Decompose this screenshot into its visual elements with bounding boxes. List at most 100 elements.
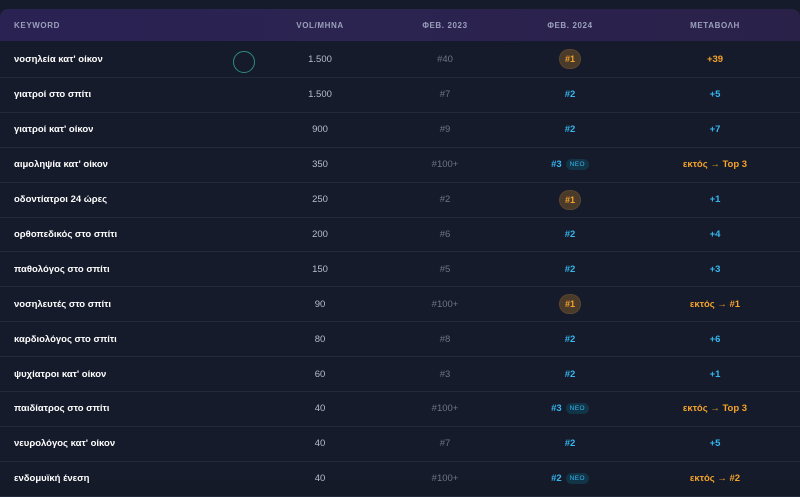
rank-2024: #1 [559, 190, 580, 209]
header-feb-2024[interactable]: ΦΕΒ. 2024 [510, 9, 630, 41]
volume-value: 250 [312, 194, 328, 206]
keyword-text: παθολόγος στο σπίτι [14, 263, 110, 275]
table-row[interactable]: γιατροί κατ' οίκον 900 #9 #2 +7 [0, 113, 800, 148]
change-value: +6 [709, 333, 721, 345]
keyword-cell: γιατροί κατ' οίκον [0, 113, 260, 147]
table-row[interactable]: παθολόγος στο σπίτι 150 #5 #2 +3 [0, 252, 800, 288]
volume-value: 80 [314, 333, 326, 345]
change-cell: +1 [630, 357, 800, 391]
change-cell: +3 [630, 252, 800, 286]
keyword-text: γιατροί στο σπίτι [14, 89, 92, 101]
table-row[interactable]: νοσηλευτές στο σπίτι 90 #100+ #1 εκτός → #1 [0, 287, 800, 323]
rank-2024: #2 [564, 124, 576, 136]
table-row[interactable]: καρδιολόγος στο σπίτι 80 #8 #2 +6 [0, 322, 800, 358]
rank-2024: #3 [551, 159, 562, 171]
change-cell: +6 [630, 322, 800, 356]
keyword-cell: παθολόγος στο σπίτι [0, 252, 260, 286]
rank-2023: #8 [439, 333, 451, 345]
keyword-cell: οδοντίατροι 24 ώρες [0, 183, 260, 217]
keyword-text: γιατροί κατ' οίκον [14, 124, 94, 136]
keyword-text: ορθοπεδικός στο σπίτι [14, 229, 118, 240]
rank-2023: #9 [439, 124, 451, 136]
keyword-text: ψυχίατροι κατ' οίκον [14, 368, 107, 380]
keyword-cell: ενδομυϊκή ένεση [0, 462, 260, 496]
volume-value: 60 [314, 368, 326, 380]
header-keyword[interactable]: KEYWORD [0, 9, 260, 41]
rank-2024: #2 [551, 473, 562, 485]
feb-2023-cell: #9 [380, 113, 510, 147]
feb-2023-cell: #100+ [380, 148, 510, 182]
feb-2023-cell: #3 [380, 357, 510, 391]
rank-2024: #2 [564, 229, 576, 240]
keyword-text: αιμοληψία κατ' οίκον [14, 159, 108, 171]
rank-2023: #100+ [431, 298, 459, 310]
feb-2024-cell: #2 [510, 78, 630, 112]
table-row[interactable]: αιμοληψία κατ' οίκον 350 #100+ #3 ΝΕΟ εκτός →… [0, 148, 800, 183]
table-row[interactable]: οδοντίατροι 24 ώρες 250 #2 #1 +1 [0, 183, 800, 218]
change-value: +1 [709, 368, 721, 380]
header-feb-2023[interactable]: ΦΕΒ. 2023 [380, 9, 510, 41]
change-cell: +7 [630, 113, 800, 147]
feb-2023-cell: #7 [380, 78, 510, 112]
change-cell: +5 [630, 78, 800, 112]
feb-2024-cell: #2 [510, 357, 630, 391]
header-volume[interactable]: VOL/ΜΗΝΑ [260, 9, 380, 41]
feb-2024-cell: #2 ΝΕΟ [510, 462, 630, 496]
table-row[interactable]: ενδομυϊκή ένεση 40 #100+ #2 ΝΕΟ εκτός → #2 [0, 462, 800, 497]
feb-2023-cell: #8 [380, 322, 510, 356]
keyword-text: ενδομυϊκή ένεση [14, 473, 90, 485]
table-row[interactable]: παιδίατρος στο σπίτι 40 #100+ #3 ΝΕΟ εκτός → … [0, 392, 800, 427]
change-cell: εκτός → Top 3 [630, 148, 800, 182]
rank-2024: #2 [564, 368, 576, 380]
rank-2023: #7 [439, 89, 451, 101]
volume-cell: 40 [260, 462, 380, 496]
feb-2024-cell: #3 ΝΕΟ [510, 392, 630, 426]
new-badge: ΝΕΟ [565, 473, 589, 485]
volume-value: 150 [312, 263, 328, 275]
keyword-cell: γιατροί στο σπίτι [0, 78, 260, 112]
change-value: +7 [709, 124, 721, 136]
keyword-cell: αιμοληψία κατ' οίκον [0, 148, 260, 182]
volume-cell: 1.500 [260, 41, 380, 77]
rank-2023: #100+ [431, 403, 459, 415]
keyword-text: καρδιολόγος στο σπίτι [14, 333, 117, 345]
feb-2023-cell: #100+ [380, 287, 510, 321]
change-value: εκτός → #1 [689, 298, 741, 310]
feb-2024-cell: #2 [510, 113, 630, 147]
table-row[interactable]: νευρολόγος κατ' οίκον 40 #7 #2 +5 [0, 427, 800, 462]
change-cell: +4 [630, 218, 800, 252]
keyword-cell: νοσηλευτές στο σπίτι [0, 287, 260, 321]
table-header: KEYWORD VOL/ΜΗΝΑ ΦΕΒ. 2023 ΦΕΒ. 2024 ΜΕΤ… [0, 9, 800, 41]
keyword-cell: νοσηλεία κατ' οίκον [0, 41, 260, 77]
header-change[interactable]: ΜΕΤΑΒΟΛΗ [630, 9, 800, 41]
table-row[interactable]: γιατροί στο σπίτι 1.500 #7 #2 +5 [0, 78, 800, 113]
rank-2024: #2 [564, 89, 576, 101]
new-badge: ΝΕΟ [565, 403, 589, 415]
rank-2024: #3 [551, 403, 562, 415]
change-cell: +39 [630, 41, 800, 77]
change-value: +3 [709, 263, 721, 275]
keyword-cell: ορθοπεδικός στο σπίτι [0, 218, 260, 252]
volume-value: 90 [314, 298, 326, 310]
change-cell: +5 [630, 427, 800, 461]
keyword-cell: ψυχίατροι κατ' οίκον [0, 357, 260, 391]
volume-value: 350 [312, 159, 328, 171]
change-value: +5 [709, 89, 721, 101]
volume-value: 1.500 [308, 89, 332, 101]
change-value: +5 [709, 438, 721, 450]
volume-cell: 250 [260, 183, 380, 217]
rank-2023: #3 [439, 368, 451, 380]
keyword-text: οδοντίατροι 24 ώρες [14, 194, 108, 206]
table-row[interactable]: ψυχίατροι κατ' οίκον 60 #3 #2 +1 [0, 357, 800, 393]
volume-cell: 900 [260, 113, 380, 147]
feb-2024-cell: #2 [510, 252, 630, 286]
rank-2023: #40 [437, 53, 453, 65]
volume-value: 40 [314, 403, 326, 415]
feb-2024-cell: #1 [510, 287, 630, 321]
feb-2024-cell: #2 [510, 322, 630, 356]
keyword-ranking-table: KEYWORD VOL/ΜΗΝΑ ΦΕΒ. 2023 ΦΕΒ. 2024 ΜΕΤ… [0, 0, 800, 497]
table-row[interactable]: ορθοπεδικός στο σπίτι 200 #6 #2 +4 [0, 218, 800, 253]
keyword-text: παιδίατρος στο σπίτι [14, 403, 110, 415]
table-row[interactable]: νοσηλεία κατ' οίκον 1.500 #40 #1 +39 [0, 41, 800, 78]
volume-cell: 200 [260, 218, 380, 252]
